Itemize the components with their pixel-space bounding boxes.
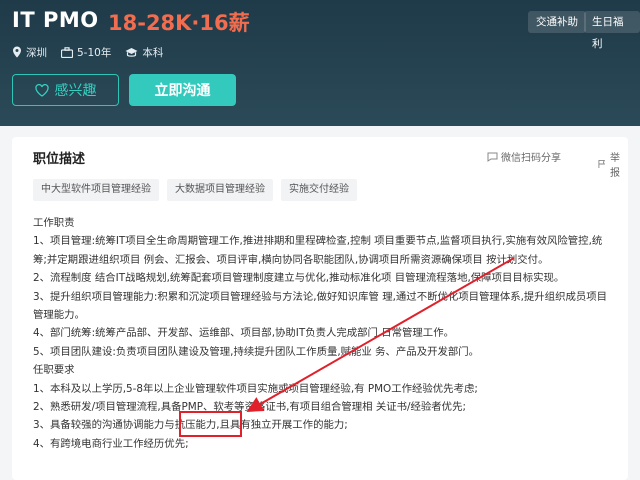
meta-location-text: 深圳: [26, 46, 47, 59]
meta-location: 深圳: [12, 45, 47, 60]
desc-line: 4、部门统筹:统筹产品部、开发部、运维部、项目部,协助IT负责人完成部门 日常管…: [33, 327, 454, 340]
share-label: 微信扫码分享: [501, 153, 561, 164]
skill-tag[interactable]: 大数据项目管理经验: [167, 179, 273, 201]
desc-line: 4、有跨境电商行业工作经历优先;: [33, 437, 189, 450]
desc-line: 筹;并定期跟进组织项目 例会、汇报会、项目评审,横向协同各职能团队,协调项目所需…: [33, 253, 549, 266]
desc-heading-duties: 工作职责: [33, 217, 75, 229]
graduation-cap-icon: [125, 47, 138, 57]
share-button[interactable]: 微信扫码分享: [487, 149, 561, 164]
share-icon: [487, 152, 498, 162]
desc-line: 2、流程制度 结合IT战略规划,统筹配套项目管理制度建立与优化,推动标准化项 目…: [33, 272, 565, 285]
desc-line: 3、具备较强的沟通协调能力与抗压能力,且具有独立开展工作的能力;: [33, 419, 348, 432]
salary: 18-28K·16薪: [108, 11, 250, 35]
meta-experience: 5-10年: [61, 45, 111, 60]
desc-line: 3、提升组织项目管理能力:积累和沉淀项目管理经验与方法论,做好知识库管 理,通过…: [33, 290, 608, 303]
interest-button-label: 感兴趣: [54, 83, 97, 99]
meta-education: 本科: [125, 45, 163, 60]
location-icon: [13, 46, 21, 58]
desc-line: 管理能力。: [33, 308, 85, 321]
section-title: 职位描述: [33, 152, 86, 167]
benefit-tag-transport: 交通补助: [528, 11, 586, 33]
skill-tag[interactable]: 中大型软件项目管理经验: [33, 179, 159, 201]
heart-icon: [34, 83, 49, 97]
desc-line: 1、项目管理:统筹IT项目全生命周期管理工作,推进排期和里程碑检查,控制 项目重…: [33, 235, 603, 248]
desc-line: 1、本科及以上学历,5-8年以上企业管理软件项目实施或项目管理经验,有 PMO工…: [33, 382, 478, 395]
briefcase-icon: [61, 46, 73, 58]
job-description-card: 职位描述 微信扫码分享 举报 中大型软件项目管理经验 大数据项目管理经验 实施交…: [12, 137, 628, 480]
interest-button[interactable]: 感兴趣: [12, 74, 119, 106]
meta-experience-text: 5-10年: [77, 46, 112, 59]
desc-line-highlighted: 2、熟悉研发/项目管理流程,具备PMP、软考等资格证书,有项目组合管理相 关证书…: [33, 400, 466, 413]
report-label: 举报: [610, 153, 620, 179]
desc-line: 5、项目团队建设:负责项目团队建设及管理,持续提升团队工作质量,赋能业 务、产品…: [33, 345, 480, 358]
chat-now-button[interactable]: 立即沟通: [129, 74, 236, 106]
job-title: IT PMO: [12, 8, 99, 32]
report-button[interactable]: 举报: [598, 149, 628, 179]
report-icon: [598, 159, 606, 169]
meta-education-text: 本科: [142, 46, 164, 59]
desc-heading-requirements: 任职要求: [33, 364, 75, 377]
benefit-tag-birthday: 生日福利: [584, 11, 640, 50]
job-meta: 深圳 5-10年 本科: [12, 44, 177, 60]
job-header: IT PMO 18-28K·16薪 交通补助 生日福利 深圳 5-10年 本科 …: [0, 0, 640, 126]
skill-tags: 中大型软件项目管理经验 大数据项目管理经验 实施交付经验: [33, 179, 365, 201]
skill-tag[interactable]: 实施交付经验: [281, 179, 357, 201]
job-description-text: 工作职责 1、项目管理:统筹IT项目全生命周期管理工作,推进排期和里程碑检查,控…: [33, 214, 625, 453]
